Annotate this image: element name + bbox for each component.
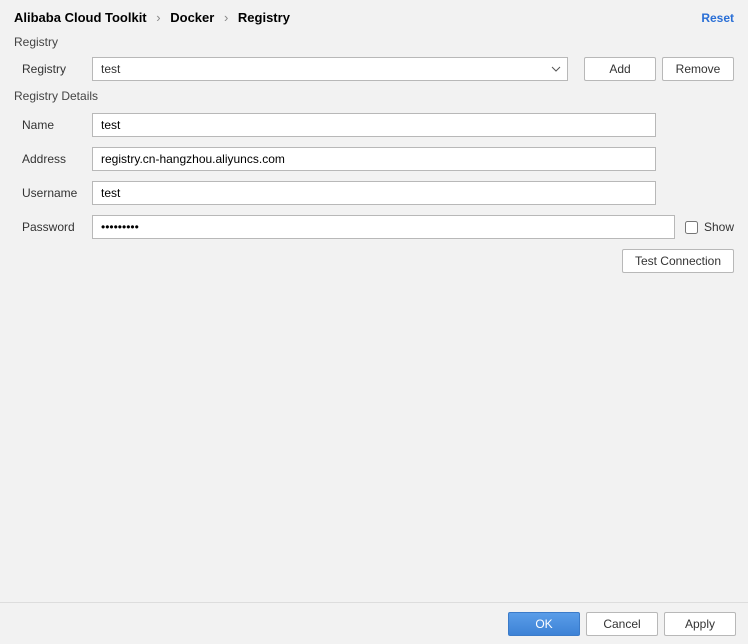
breadcrumb-root[interactable]: Alibaba Cloud Toolkit [14,10,147,25]
username-label: Username [14,186,92,200]
reset-link[interactable]: Reset [701,11,734,25]
chevron-right-icon: › [224,10,228,25]
name-input[interactable] [92,113,656,137]
registry-select[interactable]: test [92,57,568,81]
address-input[interactable] [92,147,656,171]
address-label: Address [14,152,92,166]
ok-button[interactable]: OK [508,612,580,636]
section-registry-label: Registry [0,33,748,55]
breadcrumb: Alibaba Cloud Toolkit › Docker › Registr… [14,10,290,25]
name-label: Name [14,118,92,132]
cancel-button[interactable]: Cancel [586,612,658,636]
registry-field-label: Registry [14,62,92,76]
show-password-checkbox[interactable] [685,221,698,234]
apply-button[interactable]: Apply [664,612,736,636]
breadcrumb-registry[interactable]: Registry [238,10,290,25]
remove-button[interactable]: Remove [662,57,734,81]
breadcrumb-docker[interactable]: Docker [170,10,214,25]
section-details-label: Registry Details [0,87,748,109]
show-password-label: Show [704,220,734,234]
test-connection-button[interactable]: Test Connection [622,249,734,273]
username-input[interactable] [92,181,656,205]
password-label: Password [14,220,92,234]
password-input[interactable] [92,215,675,239]
add-button[interactable]: Add [584,57,656,81]
chevron-right-icon: › [156,10,160,25]
